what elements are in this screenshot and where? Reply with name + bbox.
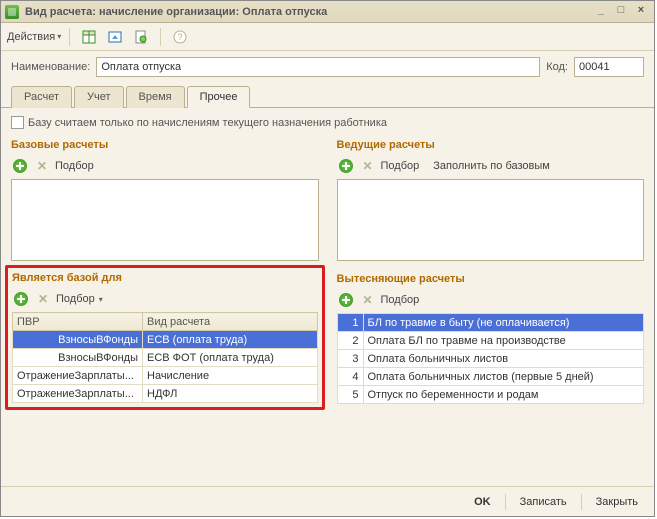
titlebar[interactable]: Вид расчета: начисление организации: Опл…	[1, 1, 654, 23]
tab-calculation[interactable]: Расчет	[11, 86, 72, 108]
col-kind[interactable]: Вид расчета	[143, 313, 318, 331]
window-title: Вид расчета: начисление организации: Опл…	[25, 6, 590, 18]
minimize-button[interactable]: _	[592, 4, 610, 20]
panel-displacing: Вытесняющие расчеты ✕ Подбор 1 БЛ по тра…	[337, 269, 645, 404]
plus-icon	[339, 159, 353, 173]
separator	[160, 28, 161, 46]
separator	[581, 494, 582, 510]
leading-list[interactable]	[337, 179, 645, 261]
base-current-only-label: Базу считаем только по начислениям текущ…	[28, 117, 387, 129]
ok-button[interactable]: OK	[468, 494, 497, 510]
delete-button[interactable]: ✕	[33, 157, 51, 175]
actions-menu[interactable]: Действия ▾	[7, 31, 61, 43]
table-row[interactable]: 5 Отпуск по беременности и родам	[337, 386, 644, 404]
table-row[interactable]: 1 БЛ по травме в быту (не оплачивается)	[337, 314, 644, 332]
add-button[interactable]	[337, 291, 355, 309]
panel-base: Базовые расчеты ✕ Подбор	[11, 135, 319, 261]
plus-icon	[14, 292, 28, 306]
table-row[interactable]: 4 Оплата больничных листов (первые 5 дне…	[337, 368, 644, 386]
chevron-down-icon: ▾	[99, 295, 103, 304]
add-button[interactable]	[12, 290, 30, 308]
fill-by-base-link[interactable]: Заполнить по базовым	[433, 160, 550, 172]
add-button[interactable]	[337, 157, 355, 175]
maximize-button[interactable]: □	[612, 4, 630, 20]
plus-icon	[13, 159, 27, 173]
displacing-grid[interactable]: 1 БЛ по травме в быту (не оплачивается) …	[337, 313, 645, 404]
spreadsheet-button[interactable]	[78, 27, 100, 47]
table-row[interactable]: 2 Оплата БЛ по травме на производстве	[337, 332, 644, 350]
x-icon: ✕	[38, 292, 48, 306]
app-icon	[5, 5, 19, 19]
col-pvr[interactable]: ПВР	[13, 313, 143, 331]
base-current-only-checkbox[interactable]	[11, 116, 24, 129]
x-icon: ✕	[362, 293, 372, 307]
delete-button[interactable]: ✕	[359, 291, 377, 309]
delete-button[interactable]: ✕	[34, 290, 52, 308]
chevron-down-icon: ▾	[57, 32, 61, 41]
refresh-icon	[108, 30, 122, 44]
table-row[interactable]: ВзносыВФонды ЕСВ (оплата труда)	[13, 331, 318, 349]
table-row[interactable]: ОтражениеЗарплаты... НДФЛ	[13, 385, 318, 403]
delete-button[interactable]: ✕	[359, 157, 377, 175]
tab-content: Базу считаем только по начислениям текущ…	[1, 108, 654, 486]
table-row[interactable]: ВзносыВФонды ЕСВ ФОТ (оплата труда)	[13, 349, 318, 367]
panel-is-base-for: Является базой для ✕ Подбор ▾ ПВР Вид ра…	[5, 265, 325, 410]
add-button[interactable]	[11, 157, 29, 175]
base-list[interactable]	[11, 179, 319, 261]
main-window: Вид расчета: начисление организации: Опл…	[0, 0, 655, 517]
panel-base-title: Базовые расчеты	[11, 139, 319, 151]
panel-leading-title: Ведущие расчеты	[337, 139, 645, 151]
select-link[interactable]: Подбор	[56, 293, 95, 305]
refresh-button[interactable]	[104, 27, 126, 47]
close-button[interactable]: ×	[632, 4, 650, 20]
code-field[interactable]: 00041	[574, 57, 644, 77]
tab-other[interactable]: Прочее	[187, 86, 251, 108]
help-button[interactable]: ?	[169, 27, 191, 47]
name-field[interactable]: Оплата отпуска	[96, 57, 540, 77]
x-icon: ✕	[37, 159, 47, 173]
select-link[interactable]: Подбор	[381, 160, 420, 172]
separator	[69, 28, 70, 46]
template-button[interactable]	[130, 27, 152, 47]
tabs: Расчет Учет Время Прочее	[1, 85, 654, 108]
plus-icon	[339, 293, 353, 307]
spreadsheet-icon	[82, 30, 96, 44]
panel-displacing-title: Вытесняющие расчеты	[337, 273, 645, 285]
panel-is-base-for-title: Является базой для	[12, 272, 318, 284]
close-button[interactable]: Закрыть	[590, 494, 644, 510]
tab-time[interactable]: Время	[126, 86, 185, 108]
template-icon	[134, 30, 148, 44]
table-row[interactable]: ОтражениеЗарплаты... Начисление	[13, 367, 318, 385]
tab-accounting[interactable]: Учет	[74, 86, 124, 108]
x-icon: ✕	[362, 159, 372, 173]
actions-label: Действия	[7, 31, 55, 43]
name-row: Наименование: Оплата отпуска Код: 00041	[1, 51, 654, 83]
toolbar: Действия ▾ ?	[1, 23, 654, 51]
save-button[interactable]: Записать	[514, 494, 573, 510]
select-link[interactable]: Подбор	[55, 160, 94, 172]
panel-leading: Ведущие расчеты ✕ Подбор Заполнить по ба…	[337, 135, 645, 261]
select-link[interactable]: Подбор	[381, 294, 420, 306]
footer: OK Записать Закрыть	[1, 486, 654, 516]
name-label: Наименование:	[11, 61, 90, 73]
base-current-only-row: Базу считаем только по начислениям текущ…	[11, 116, 644, 129]
table-row[interactable]: 3 Оплата больничных листов	[337, 350, 644, 368]
code-label: Код:	[546, 61, 568, 73]
separator	[505, 494, 506, 510]
help-icon: ?	[173, 30, 187, 44]
svg-text:?: ?	[178, 32, 183, 42]
is-base-for-grid[interactable]: ПВР Вид расчета ВзносыВФонды ЕСВ (оплата…	[12, 312, 318, 403]
